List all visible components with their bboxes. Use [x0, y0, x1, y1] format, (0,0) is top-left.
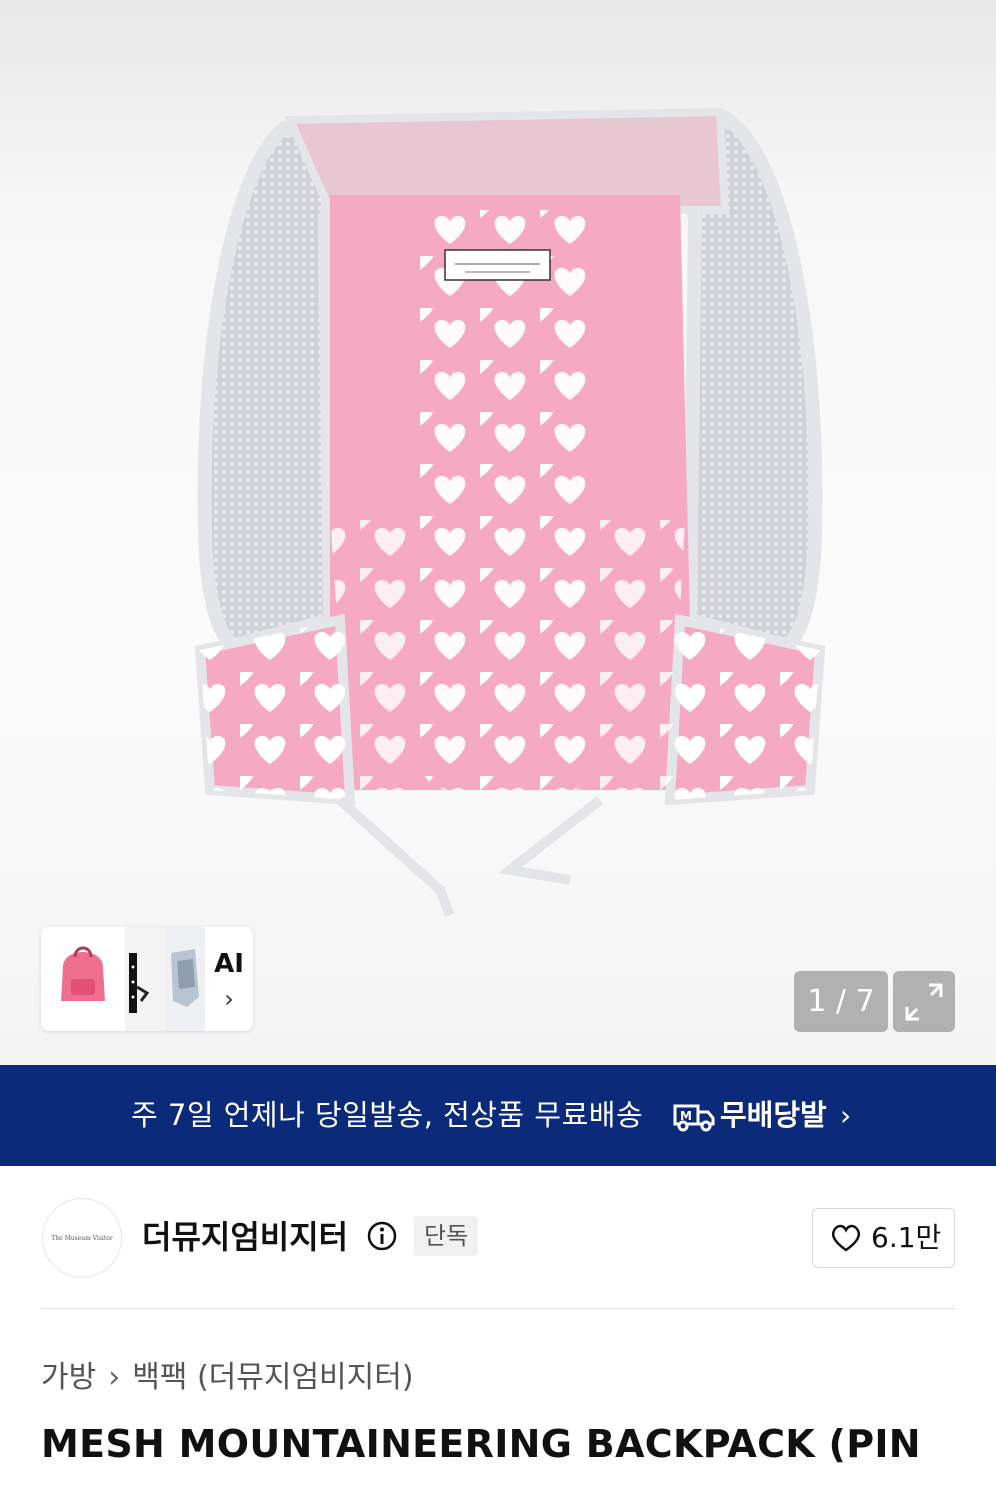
dotted-bag-thumb	[129, 953, 150, 1013]
thumbnail-dotted-bag[interactable]	[125, 927, 165, 1031]
divider	[41, 1308, 956, 1309]
blue-vest-thumb	[171, 949, 199, 1007]
breadcrumb-subcategory[interactable]: 백팩 (더뮤지엄비지터)	[132, 1360, 413, 1395]
expand-icon	[905, 983, 943, 1021]
product-photo	[194, 107, 826, 917]
chevron-right-icon: ›	[108, 1360, 121, 1395]
breadcrumb-category[interactable]: 가방	[41, 1360, 96, 1395]
heart-icon	[831, 1224, 861, 1252]
store-logo[interactable]: The Museum Visitor	[42, 1198, 122, 1278]
chevron-right-icon: ›	[840, 1099, 852, 1132]
product-image-gallery[interactable]: AI › 1 / 7	[0, 0, 996, 1065]
info-icon[interactable]	[366, 1220, 398, 1252]
thumbnail-blue-vest[interactable]	[165, 927, 205, 1031]
exclusive-badge: 단독	[414, 1216, 479, 1256]
expand-button[interactable]	[893, 971, 955, 1032]
pink-backpack-thumb	[61, 946, 105, 1001]
breadcrumb: 가방 › 백팩 (더뮤지엄비지터)	[41, 1352, 414, 1396]
store-name[interactable]: 더뮤지엄비지터	[142, 1212, 348, 1258]
ai-label: AI	[214, 949, 244, 979]
banner-text: 주 7일 언제나 당일발송, 전상품 무료배송	[131, 1098, 644, 1132]
banner-brand: 무배당발	[720, 1098, 827, 1132]
thumbnail-pink-backpack[interactable]	[41, 927, 126, 1031]
product-title: MESH MOUNTAINEERING BACKPACK (PIN	[41, 1422, 921, 1466]
ai-similar-button[interactable]: AI ›	[205, 927, 253, 1031]
image-counter: 1 / 7	[794, 971, 888, 1032]
store-info: The Museum Visitor 더뮤지엄비지터 단독 6.1만	[0, 1166, 996, 1309]
like-button[interactable]: 6.1만	[812, 1208, 955, 1268]
chevron-right-icon: ›	[224, 985, 234, 1013]
like-count: 6.1만	[871, 1221, 942, 1254]
delivery-banner[interactable]: 주 7일 언제나 당일발송, 전상품 무료배송 M 무배당발 ›	[0, 1065, 996, 1166]
store-logo-text: The Museum Visitor	[51, 1234, 113, 1242]
delivery-truck-icon: M	[673, 1104, 715, 1132]
svg-text:M: M	[680, 1109, 692, 1123]
thumbnail-strip[interactable]: AI ›	[41, 927, 253, 1031]
